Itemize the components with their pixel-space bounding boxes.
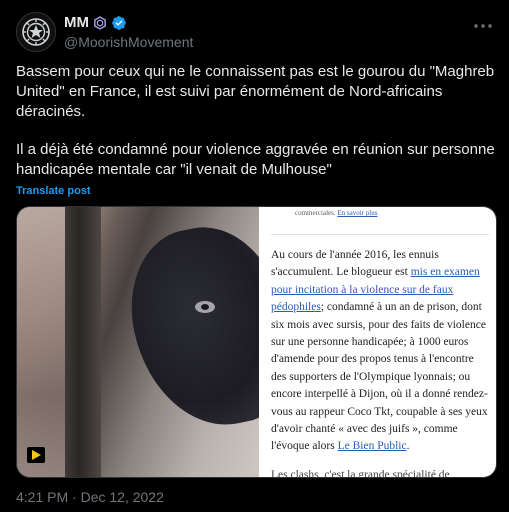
- article-cut-line: Les clashs, c'est la grande spécialité d…: [271, 469, 450, 478]
- more-options-icon[interactable]: [473, 16, 493, 36]
- article-text-2: ; condamné à un an de prison, dont six m…: [271, 301, 488, 453]
- article-top-note-text: commerciales.: [295, 209, 336, 217]
- video-background: [17, 207, 65, 477]
- handle[interactable]: @MoorishMovement: [64, 33, 193, 52]
- tweet-paragraph-1: Bassem pour ceux qui ne le connaissent p…: [16, 63, 495, 120]
- tweet-text: Bassem pour ceux qui ne le connaissent p…: [16, 62, 496, 180]
- video-thumbnail[interactable]: [17, 207, 259, 477]
- article-screenshot: commerciales. En savoir plus Au cours de…: [259, 207, 496, 478]
- timestamp[interactable]: 4:21 PM · Dec 12, 2022: [16, 489, 164, 505]
- tweet-paragraph-2: Il a déjà été condamné pour violence agg…: [16, 141, 495, 178]
- translate-post-link[interactable]: Translate post: [16, 185, 91, 197]
- article-link-2: Le Bien Public: [337, 440, 407, 453]
- tweet-header: MM @MoorishMovement: [16, 12, 493, 52]
- article-top-note: commerciales. En savoir plus: [295, 209, 485, 218]
- emblem-icon: [22, 18, 50, 46]
- video-subject: [115, 213, 259, 441]
- tweet: MM @MoorishMovement Bassem pour ceux qui…: [0, 0, 509, 512]
- name-row: MM: [64, 13, 193, 32]
- article-text-3: .: [406, 440, 410, 453]
- display-name[interactable]: MM: [64, 14, 89, 31]
- article-top-note-link: En savoir plus: [337, 209, 378, 217]
- verified-check-icon[interactable]: [111, 15, 127, 31]
- video-foreground: [65, 207, 101, 477]
- play-icon[interactable]: [27, 447, 45, 463]
- video-highlight: [195, 301, 215, 313]
- avatar[interactable]: [16, 12, 56, 52]
- hexagon-badge-icon: [93, 15, 107, 30]
- media-container[interactable]: commerciales. En savoir plus Au cours de…: [16, 206, 497, 478]
- article-paragraph: Au cours de l'année 2016, les ennuis s'a…: [271, 247, 491, 456]
- author-names: MM @MoorishMovement: [64, 13, 193, 52]
- article-divider: [271, 234, 489, 235]
